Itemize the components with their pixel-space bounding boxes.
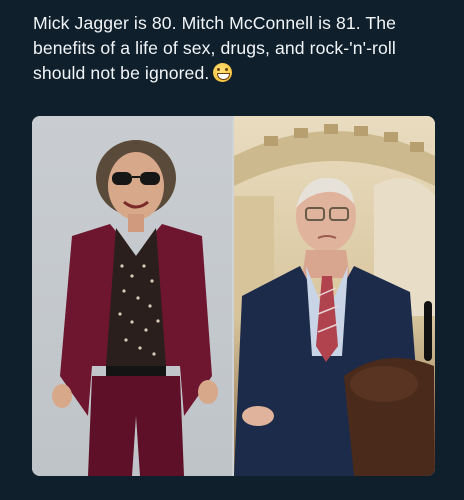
post-caption: Mick Jagger is 80. Mitch McConnell is 81… bbox=[33, 11, 443, 86]
mick-jagger-illustration bbox=[52, 140, 218, 476]
photo-collage[interactable] bbox=[32, 116, 435, 476]
photo-mitch-mcconnell[interactable] bbox=[234, 116, 435, 476]
grinning-face-emoji-icon bbox=[213, 63, 233, 82]
mitch-mcconnell-illustration bbox=[234, 124, 435, 476]
photo-mick-jagger[interactable] bbox=[32, 116, 232, 476]
